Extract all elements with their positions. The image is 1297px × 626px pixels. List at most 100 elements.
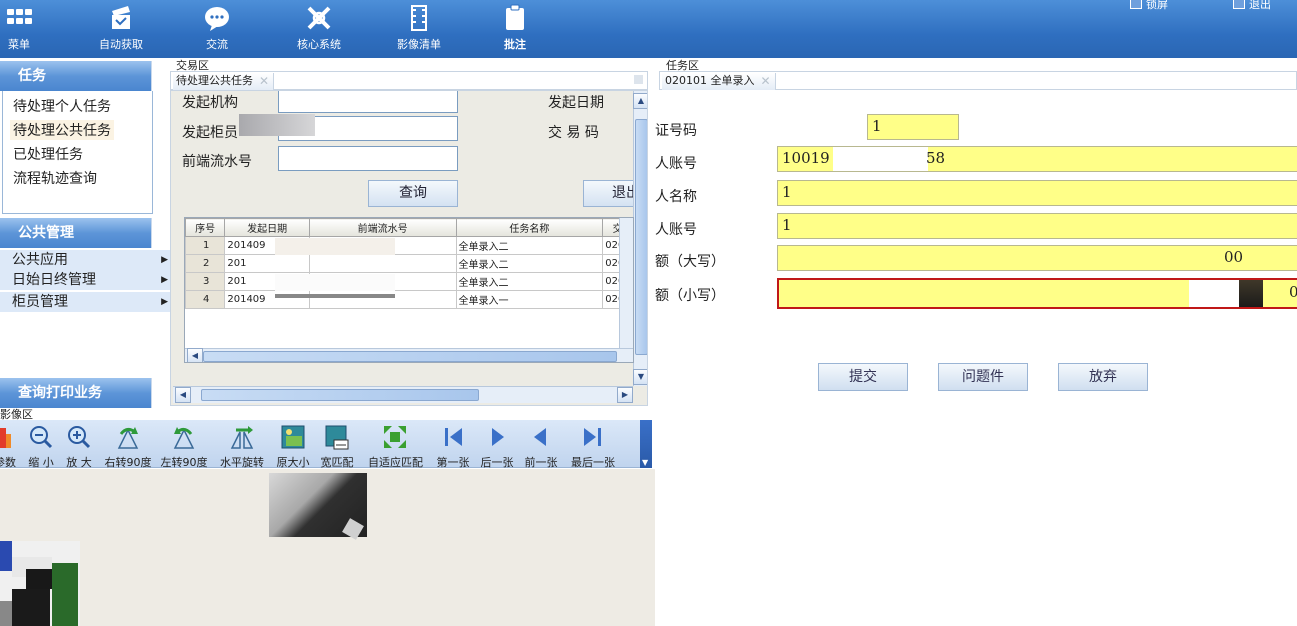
zoom-out-icon	[30, 426, 53, 449]
auto-fetch-button[interactable]: 自动获取	[92, 0, 150, 58]
image-list-button[interactable]: 影像清单	[390, 0, 448, 58]
scroll-left-icon[interactable]: ◀	[175, 387, 191, 403]
task-form-panel: 凭证号码 1 付款人账号 10019 58 收款人名称 1 收款人账号 1 金额…	[655, 90, 1297, 626]
original-size-button[interactable]: 原大小	[277, 422, 310, 469]
tab-public-tasks[interactable]: 待处理公共任务 ✕	[173, 73, 274, 90]
voucher-number-input[interactable]: 1	[867, 114, 959, 140]
payer-account-tail: 58	[926, 149, 946, 167]
first-page-button[interactable]: 第一张	[437, 422, 470, 469]
nav-task-trace[interactable]: 流程轨迹查询	[13, 168, 97, 188]
voucher-number-wrap: 1	[779, 114, 959, 140]
tab-public-tasks-label: 待处理公共任务	[176, 74, 253, 87]
top-toolbar: 菜单 自动获取 交流 核心系统 影像清单 批注 锁屏 退出	[0, 0, 1297, 58]
menu-button[interactable]: 菜单	[0, 0, 38, 58]
prev-page-button[interactable]: 前一张	[525, 422, 558, 469]
query-button[interactable]: 查询	[368, 180, 458, 207]
redacted-block	[275, 238, 395, 255]
close-icon[interactable]: ✕	[760, 73, 770, 89]
voucher-number-label: 凭证号码	[655, 123, 697, 139]
fit-auto-button[interactable]: 自适应匹配	[368, 422, 423, 469]
grid-horizontal-scrollbar[interactable]: ◀	[185, 348, 633, 362]
close-icon[interactable]: ✕	[259, 73, 269, 89]
grid-header-index[interactable]: 序号	[185, 218, 226, 237]
document-image-thumbnail[interactable]	[269, 473, 367, 540]
fit-width-label: 宽匹配	[320, 456, 354, 469]
nav-public-header[interactable]: 公共管理	[0, 218, 152, 248]
grid-header-task-name[interactable]: 任务名称	[455, 218, 604, 237]
fit-auto-label: 自适应匹配	[368, 456, 423, 469]
last-page-button[interactable]: 最后一张	[571, 422, 615, 469]
flip-horizontal-label: 水平旋转	[220, 456, 264, 469]
core-system-button[interactable]: 核心系统	[290, 0, 348, 58]
nav-task-public[interactable]: 待处理公共任务	[10, 120, 114, 140]
grid-header-date[interactable]: 发起日期	[224, 218, 310, 237]
rotate-right-button[interactable]: 右转90度	[105, 422, 152, 469]
zoom-in-label: 放 大	[66, 456, 92, 469]
lock-screen-button[interactable]: 锁屏	[1130, 0, 1168, 12]
tab-full-entry-label: 020101 全单录入	[665, 74, 755, 87]
amount-words-tail: 00	[1224, 248, 1244, 266]
toolbar-overflow-button[interactable]: ▼	[640, 420, 652, 468]
trade-horizontal-scrollbar[interactable]: ◀ ▶	[173, 386, 633, 403]
original-size-icon	[281, 425, 305, 449]
flip-horizontal-button[interactable]: 水平旋转	[220, 422, 264, 469]
teller-input[interactable]	[239, 114, 458, 141]
annotate-button[interactable]: 批注	[490, 0, 540, 58]
trade-vertical-scrollbar[interactable]: ▲ ▼	[633, 91, 647, 386]
nav-day-start-end[interactable]: 日始日终管理 ▶	[0, 270, 170, 290]
amount-figures-input[interactable]: 0	[777, 278, 1297, 309]
menu-label: 菜单	[8, 38, 30, 51]
prev-page-label: 前一张	[524, 456, 558, 469]
payee-account-input[interactable]: 1	[777, 213, 1297, 239]
nav-task-processed[interactable]: 已处理任务	[13, 144, 83, 164]
next-page-button[interactable]: 后一张	[481, 422, 514, 469]
grid-cell: 1	[185, 236, 226, 255]
scroll-up-icon[interactable]: ▲	[633, 93, 647, 109]
abandon-button[interactable]: 放弃	[1058, 363, 1148, 391]
grid-hscroll-thumb[interactable]	[203, 351, 617, 362]
exit-button[interactable]: 退出	[1233, 0, 1271, 12]
table-row[interactable]: 2 201 全单录入二 020	[185, 254, 633, 273]
nav-public-apps[interactable]: 公共应用 ▶	[0, 250, 170, 270]
prev-page-icon	[534, 428, 546, 446]
submit-button[interactable]: 提交	[818, 363, 908, 391]
table-row[interactable]: 4 201409 全单录入一 020	[185, 290, 633, 309]
redacted-block	[275, 294, 395, 298]
problem-item-button[interactable]: 问题件	[938, 363, 1028, 391]
chat-button[interactable]: 交流	[188, 0, 246, 58]
nav-teller-mgmt[interactable]: 柜员管理 ▶	[0, 292, 170, 312]
zoom-in-button[interactable]: 放 大	[64, 422, 94, 469]
nav-query-print-header[interactable]: 查询打印业务	[0, 378, 152, 408]
tab-full-entry[interactable]: 020101 全单录入 ✕	[662, 73, 776, 90]
nav-teller-mgmt-label: 柜员管理	[12, 294, 68, 310]
org-input[interactable]	[278, 91, 458, 113]
trade-hscroll-thumb[interactable]	[201, 389, 479, 401]
lock-icon	[1130, 0, 1142, 9]
task-tab-bar: 020101 全单录入 ✕	[659, 71, 1297, 90]
table-row[interactable]: 3 201 全单录入二 020	[185, 272, 633, 291]
payee-name-input[interactable]: 1	[777, 180, 1297, 206]
core-system-label: 核心系统	[297, 38, 341, 51]
rotate-left-button[interactable]: 左转90度	[161, 422, 208, 469]
serial-input[interactable]	[278, 146, 458, 171]
payer-account-input[interactable]: 10019 58	[777, 146, 1297, 172]
nav-task-personal[interactable]: 待处理个人任务	[13, 96, 111, 116]
grid-cell: 全单录入二	[455, 272, 604, 291]
scroll-thumb[interactable]	[635, 119, 647, 355]
amount-words-label: 金额（大写）	[655, 254, 725, 270]
nav-task-header[interactable]: 任务	[0, 61, 152, 91]
grid-vertical-scrollbar[interactable]	[619, 218, 633, 362]
scroll-left-icon[interactable]: ◀	[187, 348, 203, 362]
zoom-out-button[interactable]: 缩 小	[26, 422, 56, 469]
tab-scroll-icon[interactable]	[634, 75, 643, 84]
scroll-right-icon[interactable]: ▶	[617, 387, 633, 403]
table-row[interactable]: 1 201409 全单录入二 020	[185, 236, 633, 255]
grid-header-serial[interactable]: 前端流水号	[308, 218, 457, 237]
last-page-label: 最后一张	[571, 456, 615, 469]
amount-words-input[interactable]: 00	[777, 245, 1297, 271]
image-viewer[interactable]	[0, 469, 655, 626]
original-size-label: 原大小	[276, 456, 310, 469]
trade-panel: 发起机构 发起柜员 前端流水号 发起日期 交 易 码 查询 退出 ▲ ▼ 序号 …	[170, 90, 648, 406]
fit-width-button[interactable]: 宽匹配	[321, 422, 354, 469]
scroll-down-icon[interactable]: ▼	[633, 369, 647, 385]
